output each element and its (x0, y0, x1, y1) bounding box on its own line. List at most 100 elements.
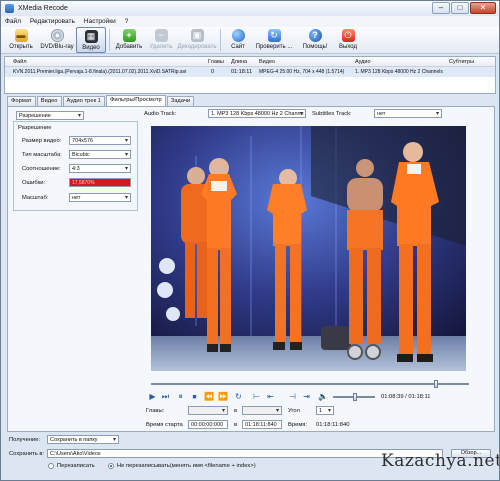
end-time-field[interactable]: 01:18:11:840 (242, 420, 282, 429)
tab-filters-preview[interactable]: Фильтры/Просмотр (105, 95, 166, 106)
app-window: XMedia Recode – □ ✕ Файл Редактировать Н… (0, 0, 500, 481)
video-preview (151, 126, 466, 371)
maximize-button[interactable]: □ (451, 2, 469, 14)
group-title: Разрешение (18, 125, 52, 131)
file-list-header: Файл Главы Длина Видео Аудио Субтитры (5, 57, 495, 67)
col-chapters[interactable]: Главы (208, 59, 224, 65)
loop-icon[interactable]: ↻ (234, 392, 243, 401)
menu-edit[interactable]: Редактировать (30, 18, 75, 25)
size-select[interactable]: 704x576 (69, 136, 131, 145)
ratio-select[interactable]: 4:3 (69, 164, 131, 173)
volume-icon[interactable]: 🔈 (318, 392, 328, 401)
stop-icon[interactable]: ⏹ (190, 392, 199, 401)
tab-audio-track-1[interactable]: Аудио трек 1 (62, 96, 105, 106)
seek-bar[interactable] (151, 383, 469, 385)
overwrite-radio[interactable] (48, 463, 54, 469)
row-audio: 1. MP3 128 Kbps 48000 Hz 2 Channels (355, 69, 443, 75)
scale-type-label: Тип масштаба: (22, 152, 62, 158)
subtitles-track-label: Subtitles Track: (312, 111, 352, 117)
mark-start-icon[interactable]: ⇤ (266, 392, 275, 401)
mark-in-icon[interactable]: ⊢ (252, 392, 261, 401)
delete-button[interactable]: − Удалить (145, 27, 177, 53)
col-audio[interactable]: Аудио (355, 59, 371, 65)
receiver-select[interactable]: Сохранить в папку (47, 435, 119, 444)
resolution-group: Разрешение Размер видео: 704x576 Тип мас… (13, 121, 138, 211)
video-button[interactable]: ▦ Видео (76, 27, 106, 53)
add-button[interactable]: + Добавить (113, 27, 145, 53)
site-button[interactable]: Сайт (224, 27, 252, 53)
minimize-button[interactable]: – (432, 2, 450, 14)
volume-thumb[interactable] (353, 393, 357, 401)
mark-out-icon[interactable]: ⊣ (288, 392, 297, 401)
fast-forward-icon[interactable]: ⏩ (218, 392, 228, 401)
film-icon: ▦ (84, 30, 98, 43)
chapter-start-select[interactable] (188, 406, 228, 415)
filters-panel: Разрешение Разрешение Размер видео: 704x… (7, 106, 495, 432)
size-label: Размер видео: (22, 138, 62, 144)
pause-icon[interactable]: ⏸ (176, 392, 185, 401)
start-time-field[interactable]: 00:00:00:000 (188, 420, 228, 429)
watermark: Kazachya.net (381, 451, 500, 471)
chapter-end-select[interactable] (242, 406, 282, 415)
scale-select[interactable]: нет (69, 193, 131, 202)
errors-label: Ошибки: (22, 180, 46, 186)
seek-thumb[interactable] (433, 380, 438, 388)
overwrite-label: Перезаписать (57, 463, 95, 469)
dvd-button[interactable]: DVD/Blu-ray (38, 27, 76, 53)
row-chapters: 0 (211, 69, 215, 75)
toolbar-separator (109, 29, 110, 51)
col-length[interactable]: Длина (231, 59, 247, 65)
decode-button[interactable]: ▣ Декодировать (177, 27, 217, 53)
clapper-icon: ▣ (190, 29, 204, 42)
close-button[interactable]: ✕ (470, 2, 496, 14)
menu-bar: Файл Редактировать Настройки ? (1, 16, 499, 27)
col-subtitles[interactable]: Субтитры (449, 59, 474, 65)
title-bar: XMedia Recode – □ ✕ (1, 1, 499, 16)
mark-end-icon[interactable]: ⇥ (302, 392, 311, 401)
next-frame-icon[interactable]: ⏭ (161, 392, 170, 401)
col-file[interactable]: Файл (13, 59, 27, 65)
chapters-label: Главы: (146, 408, 165, 414)
scale-type-select[interactable]: Bicubic (69, 150, 131, 159)
tab-tasks[interactable]: Задачи (166, 96, 195, 106)
in-label-2: в (234, 422, 238, 428)
duration-label: Время: (288, 422, 308, 428)
menu-settings[interactable]: Настройки (84, 18, 116, 25)
row-video: MPEG-4 25.00 Hz, 704 x 448 (1.5714) (259, 69, 345, 75)
file-list: Файл Главы Длина Видео Аудио Субтитры KV… (4, 56, 496, 94)
window-title: XMedia Recode (18, 5, 68, 12)
video-frame (151, 126, 466, 371)
open-button[interactable]: ▬ Открыть (4, 27, 38, 53)
check-update-button[interactable]: ↻ Проверить ... (252, 27, 296, 53)
menu-help[interactable]: ? (125, 18, 129, 25)
subtitles-track-select[interactable]: нет (374, 109, 442, 118)
row-length: 01:18:11 (231, 69, 253, 75)
tab-format[interactable]: Формат (7, 96, 36, 106)
exit-button[interactable]: ⏻ Выход (334, 27, 362, 53)
angle-select[interactable]: 1 (316, 406, 334, 415)
col-video[interactable]: Видео (259, 59, 275, 65)
plus-icon: + (122, 29, 136, 42)
play-icon[interactable]: ▶ (148, 392, 157, 401)
minus-icon: − (154, 29, 168, 42)
menu-file[interactable]: Файл (5, 18, 21, 25)
in-label: в (234, 408, 238, 414)
help-button[interactable]: ? Помощь! (296, 27, 334, 53)
app-icon (5, 4, 14, 13)
tab-video[interactable]: Видео (36, 96, 62, 106)
toolbar: ▬ Открыть DVD/Blu-ray ▦ Видео + Добавить… (1, 27, 499, 54)
row-file: KVN.2011.Premier.liga.(Pervaja.1-8.final… (13, 69, 187, 75)
rewind-icon[interactable]: ⏪ (204, 392, 214, 401)
disc-icon (50, 29, 64, 42)
start-time-label: Время старта (146, 422, 183, 428)
refresh-icon: ↻ (267, 29, 281, 42)
audio-track-select[interactable]: 1. MP3 128 Kbps 48000 Hz 2 Channe (208, 109, 306, 118)
table-row[interactable]: KVN.2011.Premier.liga.(Pervaja.1-8.final… (5, 67, 495, 77)
audio-track-label: Audio Track: (144, 111, 177, 117)
toolbar-separator (220, 29, 221, 51)
errors-value: 17,5870% (69, 178, 131, 187)
scale-label: Масштаб: (22, 195, 49, 201)
filter-select[interactable]: Разрешение (16, 111, 84, 120)
ratio-label: Соотношение: (22, 166, 61, 172)
no-overwrite-radio[interactable] (108, 463, 114, 469)
